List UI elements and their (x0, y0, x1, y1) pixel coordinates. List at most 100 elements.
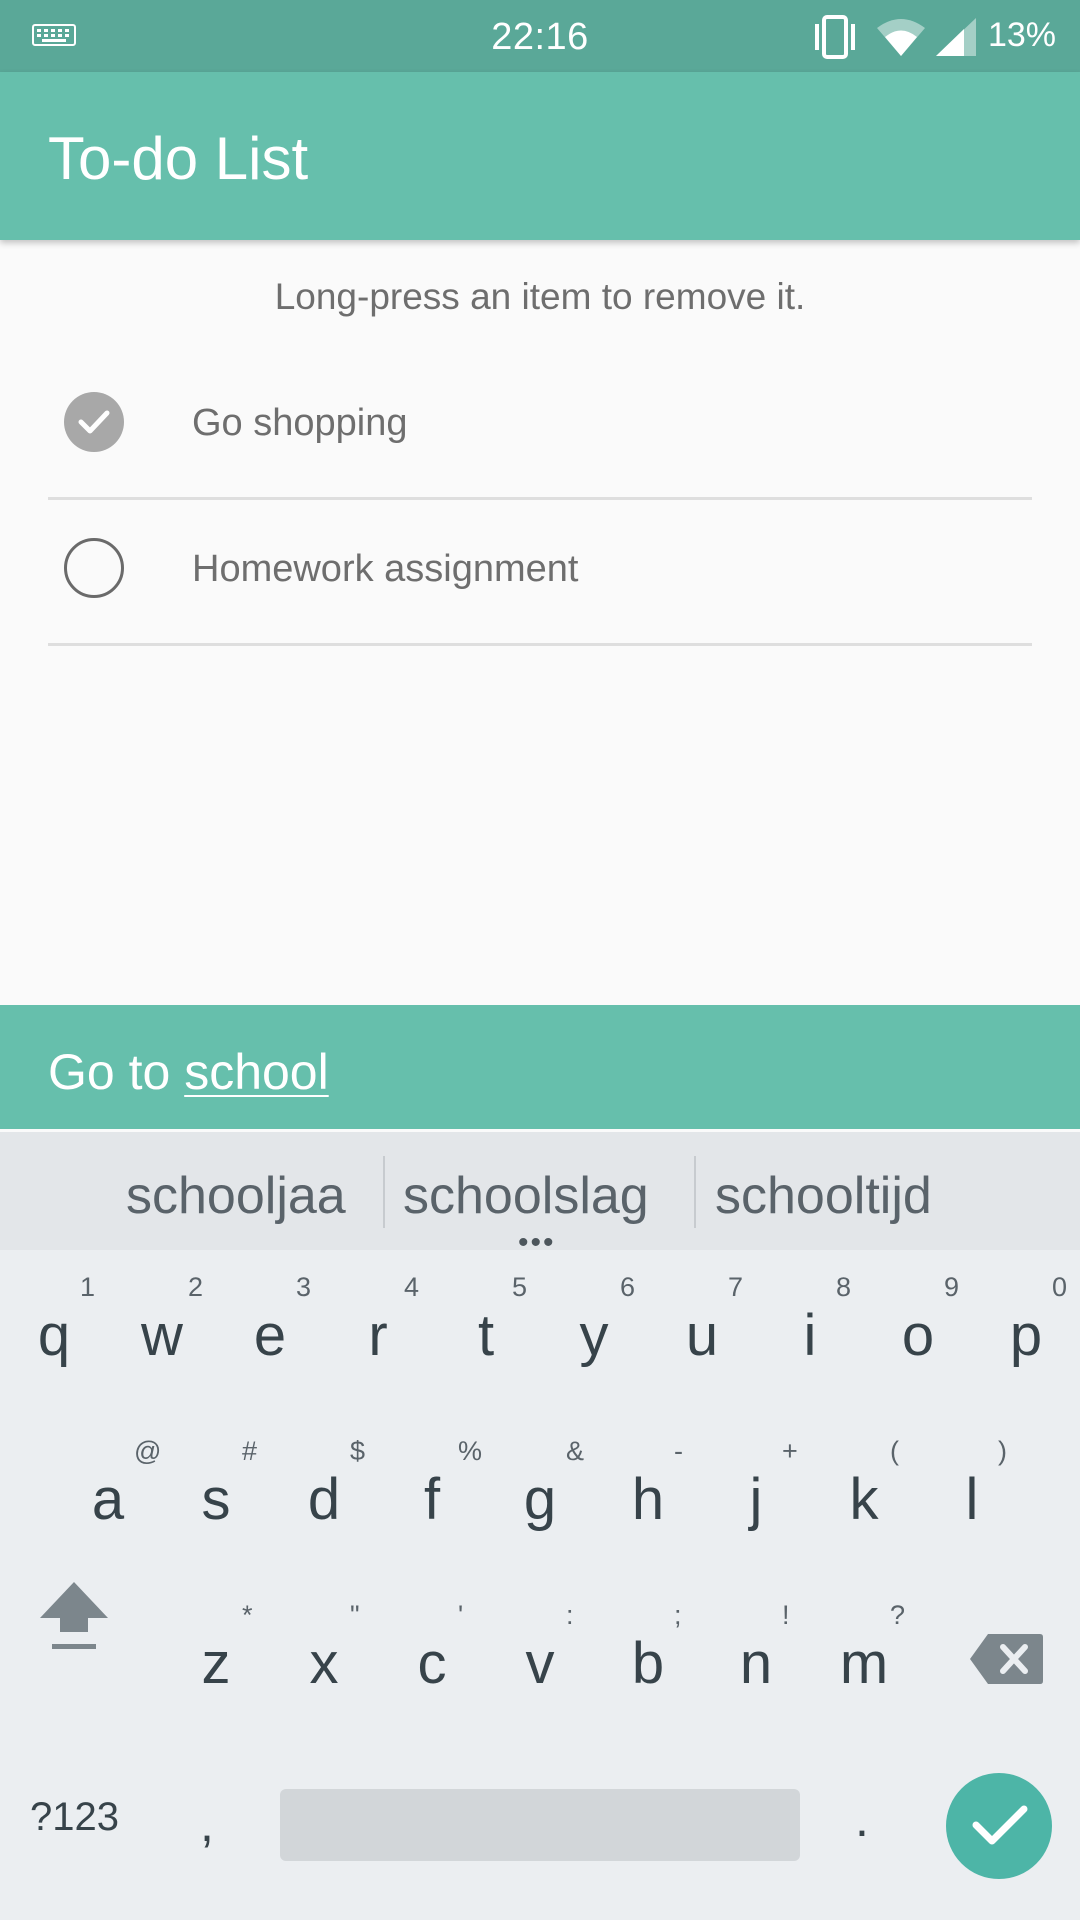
key-hint-symbol: ) (998, 1436, 1007, 1466)
key-letter: u (685, 1303, 719, 1368)
key-hint-symbol: 2 (188, 1272, 204, 1302)
key-hint-symbol: 9 (944, 1272, 960, 1302)
key-g[interactable]: & g (490, 1436, 590, 1576)
key-l[interactable]: ) l (922, 1436, 1022, 1576)
key-hint-symbol: 5 (512, 1272, 528, 1302)
key-u[interactable]: 7u (652, 1272, 752, 1412)
comma-key[interactable]: , (200, 1795, 214, 1853)
key-hint-symbol: $ (350, 1436, 366, 1466)
todo-item[interactable]: Homework assignment (48, 497, 1032, 646)
key-hint-symbol: 7 (728, 1272, 744, 1302)
key-hint-symbol: * (242, 1600, 253, 1630)
status-bar: 22:16 13% (0, 0, 1080, 72)
key-letter: v (525, 1631, 555, 1696)
page-title: To-do List (48, 125, 309, 192)
key-k[interactable]: (k (814, 1436, 914, 1576)
key-letter: i (803, 1303, 817, 1368)
key-letter: l (965, 1467, 979, 1532)
key-c[interactable]: ' c (382, 1600, 482, 1740)
key-x[interactable]: " x (274, 1600, 374, 1740)
key-w[interactable]: 2w (112, 1272, 212, 1412)
key-letter: p (1009, 1303, 1043, 1368)
app-bar: To-do List (0, 72, 1080, 240)
suggestion-1[interactable]: schooljaa (126, 1166, 371, 1226)
suggestion-divider (383, 1156, 385, 1228)
key-letter: z (201, 1631, 231, 1696)
space-bar[interactable] (280, 1789, 800, 1861)
delete-key[interactable] (960, 1628, 1052, 1688)
key-j[interactable]: + j (706, 1436, 806, 1576)
suggestion-divider (694, 1156, 696, 1228)
key-z[interactable]: * z (166, 1600, 266, 1740)
key-r[interactable]: 4r (328, 1272, 428, 1412)
key-letter: f (423, 1467, 441, 1532)
unchecked-checkbox-icon[interactable] (64, 538, 124, 598)
key-letter: t (477, 1303, 495, 1368)
key-letter: g (523, 1467, 557, 1532)
key-letter: y (579, 1303, 609, 1368)
key-hint-symbol: 6 (620, 1272, 636, 1302)
vibrate-icon (815, 15, 855, 59)
key-hint-symbol: ( (890, 1436, 899, 1466)
key-letter: q (37, 1303, 71, 1368)
key-h[interactable]: -h (598, 1436, 698, 1576)
key-s[interactable]: # s (166, 1436, 266, 1576)
wifi-icon (877, 19, 925, 56)
key-hint-symbol: ? (890, 1600, 906, 1630)
input-text: Go to (48, 1044, 185, 1100)
key-letter: o (901, 1303, 935, 1368)
key-n[interactable]: ! n (706, 1600, 806, 1740)
key-letter: b (631, 1631, 665, 1696)
key-hint-symbol: 8 (836, 1272, 852, 1302)
key-f[interactable]: % f (382, 1436, 482, 1576)
key-hint-symbol: + (782, 1436, 798, 1466)
todo-label: Homework assignment (192, 548, 579, 590)
key-hint-symbol: @ (134, 1436, 162, 1466)
instruction-text: Long-press an item to remove it. (274, 276, 806, 317)
suggestion-strip: schooljaa schoolslag schooltijd ••• (0, 1132, 1080, 1258)
new-todo-text[interactable]: Go to school (48, 1043, 329, 1101)
key-letter: a (91, 1467, 125, 1532)
key-i[interactable]: 8i (760, 1272, 860, 1412)
suggestion-3[interactable]: schooltijd (715, 1166, 960, 1226)
key-hint-symbol: ; (674, 1600, 682, 1630)
key-letter: r (368, 1303, 388, 1368)
key-letter: d (307, 1467, 341, 1532)
period-key[interactable]: . (855, 1790, 869, 1848)
checked-checkbox-icon[interactable] (64, 392, 124, 452)
key-t[interactable]: 5t (436, 1272, 536, 1412)
key-letter: n (739, 1631, 773, 1696)
battery-percentage: 13% (987, 16, 1056, 54)
todo-item[interactable]: Go shopping (48, 351, 1032, 500)
key-letter: h (631, 1467, 665, 1532)
key-hint-symbol: 0 (1052, 1272, 1068, 1302)
key-letter: c (417, 1631, 447, 1696)
symbols-key[interactable]: ?123 (30, 1795, 119, 1840)
suggestion-2[interactable]: schoolslag (403, 1166, 688, 1226)
key-p[interactable]: 0p (976, 1272, 1076, 1412)
key-o[interactable]: 9o (868, 1272, 968, 1412)
key-hint-symbol: ! (782, 1600, 790, 1630)
composing-word: school (184, 1044, 329, 1100)
enter-button[interactable] (946, 1773, 1052, 1879)
signal-icon (936, 18, 976, 56)
new-todo-input[interactable]: Go to school (0, 1005, 1080, 1129)
key-m[interactable]: ? m (814, 1600, 914, 1740)
key-a[interactable]: @ a (58, 1436, 162, 1576)
more-suggestions-icon[interactable]: ••• (518, 1228, 556, 1258)
key-letter: w (141, 1303, 183, 1368)
key-q[interactable]: 1q (4, 1272, 104, 1412)
key-y[interactable]: 6y (544, 1272, 644, 1412)
key-hint-symbol: 1 (80, 1272, 96, 1302)
key-letter: e (253, 1303, 287, 1368)
key-letter: k (849, 1467, 879, 1532)
key-hint-symbol: & (566, 1436, 585, 1466)
key-d[interactable]: $ d (274, 1436, 374, 1576)
key-b[interactable]: ; b (598, 1600, 698, 1740)
key-hint-symbol: # (242, 1436, 258, 1466)
key-letter: j (749, 1467, 763, 1532)
key-e[interactable]: 3e (220, 1272, 320, 1412)
key-letter: s (201, 1467, 231, 1532)
key-v[interactable]: :v (490, 1600, 590, 1740)
key-hint-symbol: 4 (404, 1272, 420, 1302)
